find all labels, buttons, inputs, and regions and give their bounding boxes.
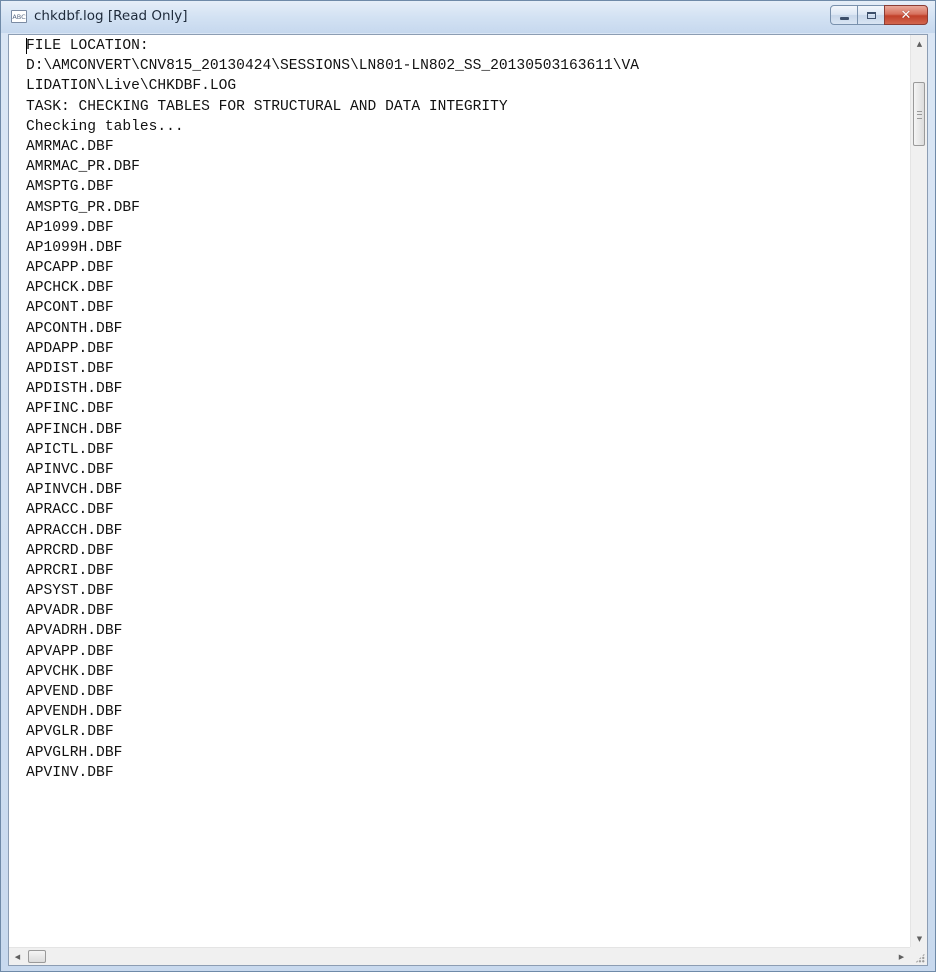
- minimize-button[interactable]: [830, 5, 858, 25]
- scroll-down-arrow-icon[interactable]: ▼: [911, 930, 928, 947]
- log-content: FILE LOCATION: D:\AMCONVERT\CNV815_201304…: [26, 36, 639, 783]
- log-line: APDISTH.DBF: [26, 381, 123, 398]
- vertical-scroll-thumb[interactable]: [913, 82, 925, 146]
- log-line: APCAPP.DBF: [26, 260, 114, 277]
- log-line: APCONT.DBF: [26, 300, 114, 317]
- log-line: APVINV.DBF: [26, 764, 114, 781]
- log-line: APINVC.DBF: [26, 461, 114, 478]
- log-line: APDIST.DBF: [26, 361, 114, 377]
- log-line: APCHCK.DBF: [26, 280, 114, 297]
- log-line: APINVCH.DBF: [26, 482, 123, 499]
- maximize-icon: [866, 11, 876, 19]
- log-line: FILE LOCATION:: [26, 38, 149, 54]
- log-line: APVGLR.DBF: [26, 724, 114, 741]
- window-title: chkdbf.log [Read Only]: [34, 8, 188, 24]
- log-line: APVEND.DBF: [26, 684, 114, 700]
- log-line: APICTL.DBF: [26, 441, 114, 458]
- close-icon: ✕: [900, 7, 912, 23]
- scroll-right-arrow-icon[interactable]: ▶: [893, 948, 910, 965]
- log-text-area[interactable]: FILE LOCATION: D:\AMCONVERT\CNV815_201304…: [9, 35, 910, 947]
- text-file-icon[interactable]: ABC: [11, 10, 27, 23]
- log-line: LIDATION\Live\CHKDBF.LOG: [26, 78, 237, 95]
- close-button[interactable]: ✕: [884, 5, 928, 25]
- horizontal-scroll-thumb[interactable]: [28, 950, 46, 963]
- log-line: APDAPP.DBF: [26, 340, 114, 357]
- resize-grip-icon[interactable]: [915, 953, 925, 963]
- log-line: Checking tables...: [26, 118, 184, 135]
- scroll-left-arrow-icon[interactable]: ◀: [9, 948, 26, 965]
- notepad-window: ABC chkdbf.log [Read Only] ✕ FILE LOCATI…: [0, 0, 936, 972]
- scroll-up-arrow-icon[interactable]: ▲: [911, 35, 928, 52]
- log-line: AMRMAC.DBF: [26, 138, 114, 155]
- log-line: APRACCH.DBF: [26, 522, 123, 539]
- log-line: D:\AMCONVERT\CNV815_20130424\SESSIONS\LN…: [26, 58, 640, 75]
- minimize-icon: [839, 16, 849, 20]
- log-line: APVAPP.DBF: [26, 643, 114, 660]
- grip-icon: [917, 111, 922, 119]
- log-line: AP1099.DBF: [26, 219, 114, 236]
- maximize-button[interactable]: [857, 5, 885, 25]
- log-line: APVGLRH.DBF: [26, 744, 123, 761]
- log-line: AMSPTG_PR.DBF: [26, 199, 140, 216]
- log-line: TASK: CHECKING TABLES FOR STRUCTURAL AND…: [26, 98, 508, 115]
- log-line: AMSPTG.DBF: [26, 179, 114, 196]
- horizontal-scrollbar[interactable]: ◀ ▶: [9, 947, 910, 965]
- scrollbar-corner: [910, 947, 927, 965]
- title-bar[interactable]: ABC chkdbf.log [Read Only] ✕: [1, 1, 935, 33]
- vertical-scrollbar[interactable]: ▲ ▼: [910, 35, 927, 947]
- log-line: APVADRH.DBF: [26, 623, 123, 640]
- log-line: APVENDH.DBF: [26, 704, 123, 721]
- log-line: APSYST.DBF: [26, 583, 114, 600]
- log-line: APVCHK.DBF: [26, 663, 114, 680]
- log-line: AP1099H.DBF: [26, 239, 123, 256]
- log-line: APCONTH.DBF: [26, 320, 123, 337]
- log-line: APRCRI.DBF: [26, 562, 114, 579]
- log-line: AMRMAC_PR.DBF: [26, 159, 140, 176]
- log-line: APFINC.DBF: [26, 401, 114, 418]
- log-line: APRCRD.DBF: [26, 542, 114, 559]
- log-line: APRACC.DBF: [26, 502, 114, 519]
- window-controls: ✕: [830, 5, 928, 25]
- editor-client-area: FILE LOCATION: D:\AMCONVERT\CNV815_201304…: [8, 34, 928, 966]
- log-line: APFINCH.DBF: [26, 421, 123, 438]
- log-line: APVADR.DBF: [26, 603, 114, 620]
